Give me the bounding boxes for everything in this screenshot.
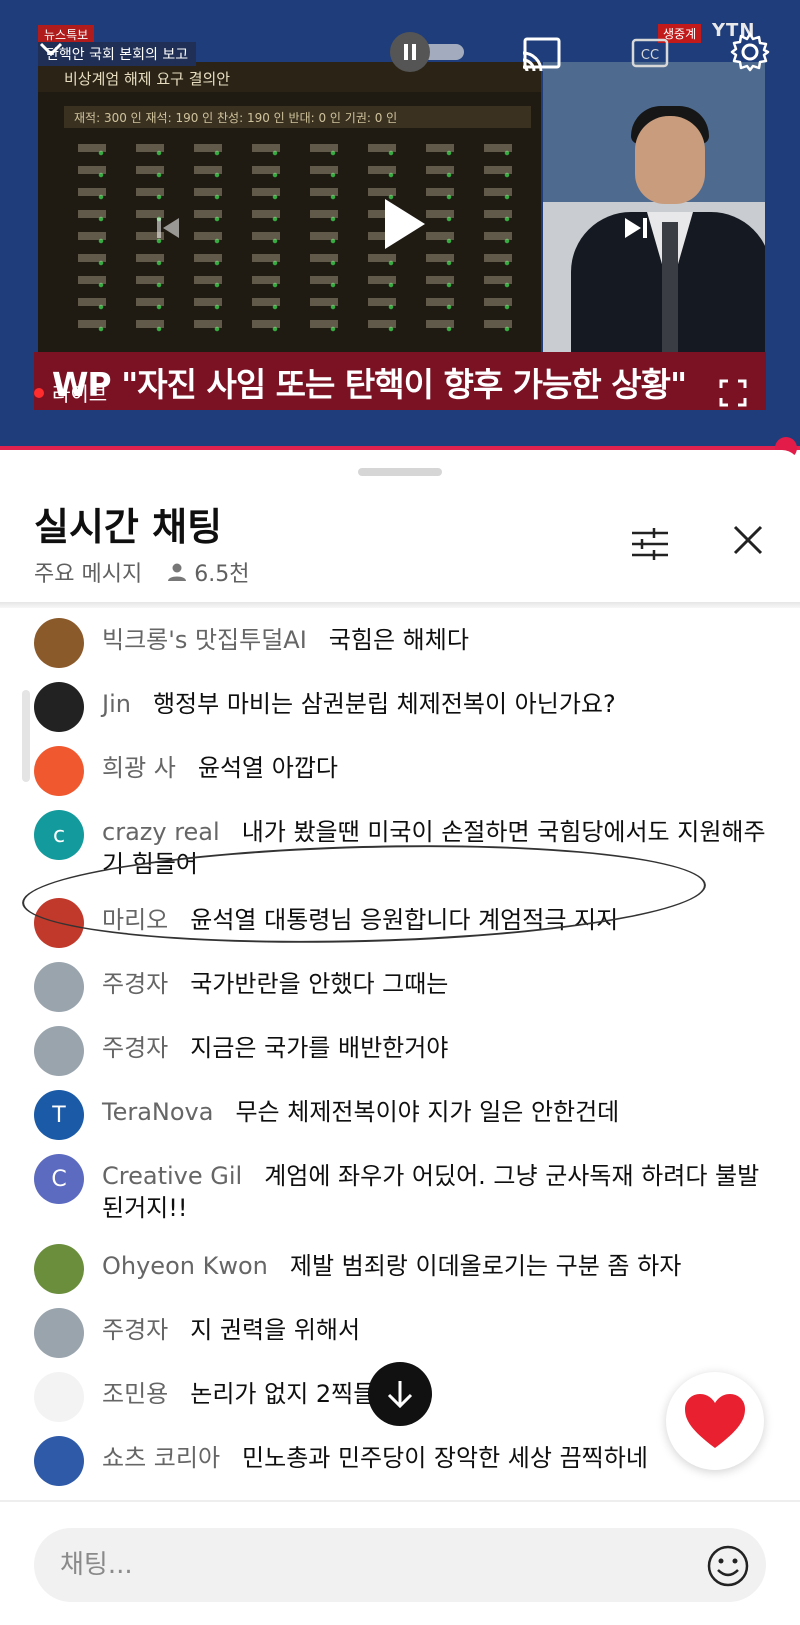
- chat-author[interactable]: Jin: [102, 690, 131, 718]
- avatar[interactable]: [34, 1436, 84, 1486]
- chat-author[interactable]: 쇼츠 코리아: [102, 1444, 220, 1472]
- gear-icon[interactable]: [728, 30, 772, 74]
- svg-text:CC: CC: [641, 48, 659, 63]
- fullscreen-icon[interactable]: [716, 376, 750, 410]
- chat-input[interactable]: [34, 1528, 766, 1602]
- chat-message-body: 빅크롱's 맛집투덜AI 국힘은 해체다: [102, 624, 774, 656]
- chat-message-body: Jin 행정부 마비는 삼권분립 체제전복이 아닌가요?: [102, 688, 774, 720]
- avatar[interactable]: [34, 1308, 84, 1358]
- chat-message-list[interactable]: 빅크롱's 맛집투덜AI 국힘은 해체다 Jin 행정부 마비는 삼권분립 체제전복이…: [0, 608, 800, 1608]
- person-icon: [168, 563, 187, 581]
- chat-text: 무슨 체제전복이야 지가 일은 안한건데: [235, 1098, 620, 1126]
- previous-icon[interactable]: [148, 208, 188, 248]
- avatar[interactable]: [34, 682, 84, 732]
- chat-subheader: 주요 메시지 6.5천: [34, 556, 249, 588]
- chat-author[interactable]: Ohyeon Kwon: [102, 1252, 268, 1280]
- heart-reaction-button[interactable]: [666, 1372, 764, 1470]
- chat-message-body: Ohyeon Kwon 제발 범죄랑 이데올로기는 구분 좀 하자: [102, 1250, 774, 1282]
- chat-author[interactable]: 희광 사: [102, 754, 176, 782]
- anchor-frame: [543, 62, 765, 352]
- vote-board-title: 비상계엄 해제 요구 결의안: [64, 70, 231, 88]
- chat-author[interactable]: 조민용: [102, 1380, 168, 1408]
- news-headline-bar: WP "자진 사임 또는 탄핵이 향후 가능한 상황": [34, 352, 766, 410]
- chat-text: 행정부 마비는 삼권분립 체제전복이 아닌가요?: [152, 690, 616, 718]
- chat-input-area: [0, 1500, 800, 1625]
- chat-author[interactable]: Creative Gil: [102, 1162, 242, 1190]
- chat-text: 국힘은 해체다: [328, 626, 469, 654]
- emoji-icon[interactable]: [706, 1544, 750, 1588]
- vote-board-frame: 비상계엄 해제 요구 결의안 재적: 300 인 재석: 190 인 찬성: 1…: [38, 62, 541, 352]
- avatar[interactable]: [34, 962, 84, 1012]
- chat-message-body: 주경자 지금은 국가를 배반한거야: [102, 1032, 774, 1064]
- autoplay-toggle[interactable]: [390, 32, 466, 72]
- avatar[interactable]: [34, 1372, 84, 1422]
- chat-message-body: 주경자 국가반란을 안했다 그때는: [102, 968, 774, 1000]
- avatar[interactable]: [34, 1026, 84, 1076]
- chat-text: 지금은 국가를 배반한거야: [190, 1034, 449, 1062]
- scroll-to-bottom-button[interactable]: [368, 1362, 432, 1426]
- video-player[interactable]: 비상계엄 해제 요구 결의안 재적: 300 인 재석: 190 인 찬성: 1…: [0, 0, 800, 450]
- avatar[interactable]: T: [34, 1090, 84, 1140]
- chat-author[interactable]: 주경자: [102, 1034, 168, 1062]
- pause-icon: [390, 32, 430, 72]
- chat-text: 지 권력을 위해서: [190, 1316, 361, 1344]
- collapse-icon[interactable]: [36, 40, 66, 64]
- chat-author[interactable]: 주경자: [102, 970, 168, 998]
- chat-text: 윤석열 아깝다: [197, 754, 338, 782]
- chat-message-body: Creative Gil 계엄에 좌우가 어딨어. 그냥 군사독재 하려다 불발 …: [102, 1160, 774, 1224]
- chat-mode-selector[interactable]: 주요 메시지: [34, 556, 142, 588]
- chat-author[interactable]: TeraNova: [102, 1098, 213, 1126]
- live-label: 라이브: [52, 382, 108, 406]
- close-icon[interactable]: [728, 520, 772, 564]
- filter-sliders-icon[interactable]: [628, 522, 672, 566]
- viewer-count-value: 6.5천: [194, 562, 250, 587]
- next-icon[interactable]: [614, 208, 658, 248]
- avatar[interactable]: [34, 746, 84, 796]
- chat-message-body: 희광 사 윤석열 아깝다: [102, 752, 774, 784]
- avatar[interactable]: C: [34, 1154, 84, 1204]
- drag-handle[interactable]: [358, 468, 442, 476]
- avatar[interactable]: [34, 618, 84, 668]
- chat-title: 실시간 채팅: [34, 505, 223, 549]
- live-indicator[interactable]: 라이브: [34, 378, 107, 407]
- heart-icon: [685, 1394, 745, 1448]
- news-headline: WP "자진 사임 또는 탄핵이 향후 가능한 상황": [52, 365, 687, 404]
- chat-text: 국가반란을 안했다 그때는: [190, 970, 449, 998]
- cast-icon[interactable]: [518, 34, 564, 74]
- captions-icon[interactable]: CC: [630, 36, 670, 70]
- vote-tally: 재적: 300 인 재석: 190 인 찬성: 190 인 반대: 0 인 기권…: [64, 106, 531, 128]
- chat-scrollbar[interactable]: [22, 690, 30, 782]
- chat-author[interactable]: crazy real: [102, 818, 220, 846]
- chat-text: 논리가 없지 2찍들은: [190, 1380, 398, 1408]
- chat-text: 민노총과 민주당이 장악한 세상 끔찍하네: [242, 1444, 648, 1472]
- chat-author[interactable]: 빅크롱's 맛집투덜AI: [102, 626, 307, 654]
- chat-author[interactable]: 주경자: [102, 1316, 168, 1344]
- chat-message-body: 주경자 지 권력을 위해서: [102, 1314, 774, 1346]
- avatar[interactable]: [34, 1244, 84, 1294]
- chat-text: 제발 범죄랑 이데올로기는 구분 좀 하자: [289, 1252, 682, 1280]
- play-icon[interactable]: [376, 192, 432, 256]
- avatar[interactable]: c: [34, 810, 84, 860]
- viewer-count: 6.5천: [166, 556, 249, 588]
- arrow-down-icon: [387, 1381, 413, 1409]
- live-dot-icon: [34, 387, 44, 398]
- chat-message-body: TeraNova 무슨 체제전복이야 지가 일은 안한건데: [102, 1096, 774, 1128]
